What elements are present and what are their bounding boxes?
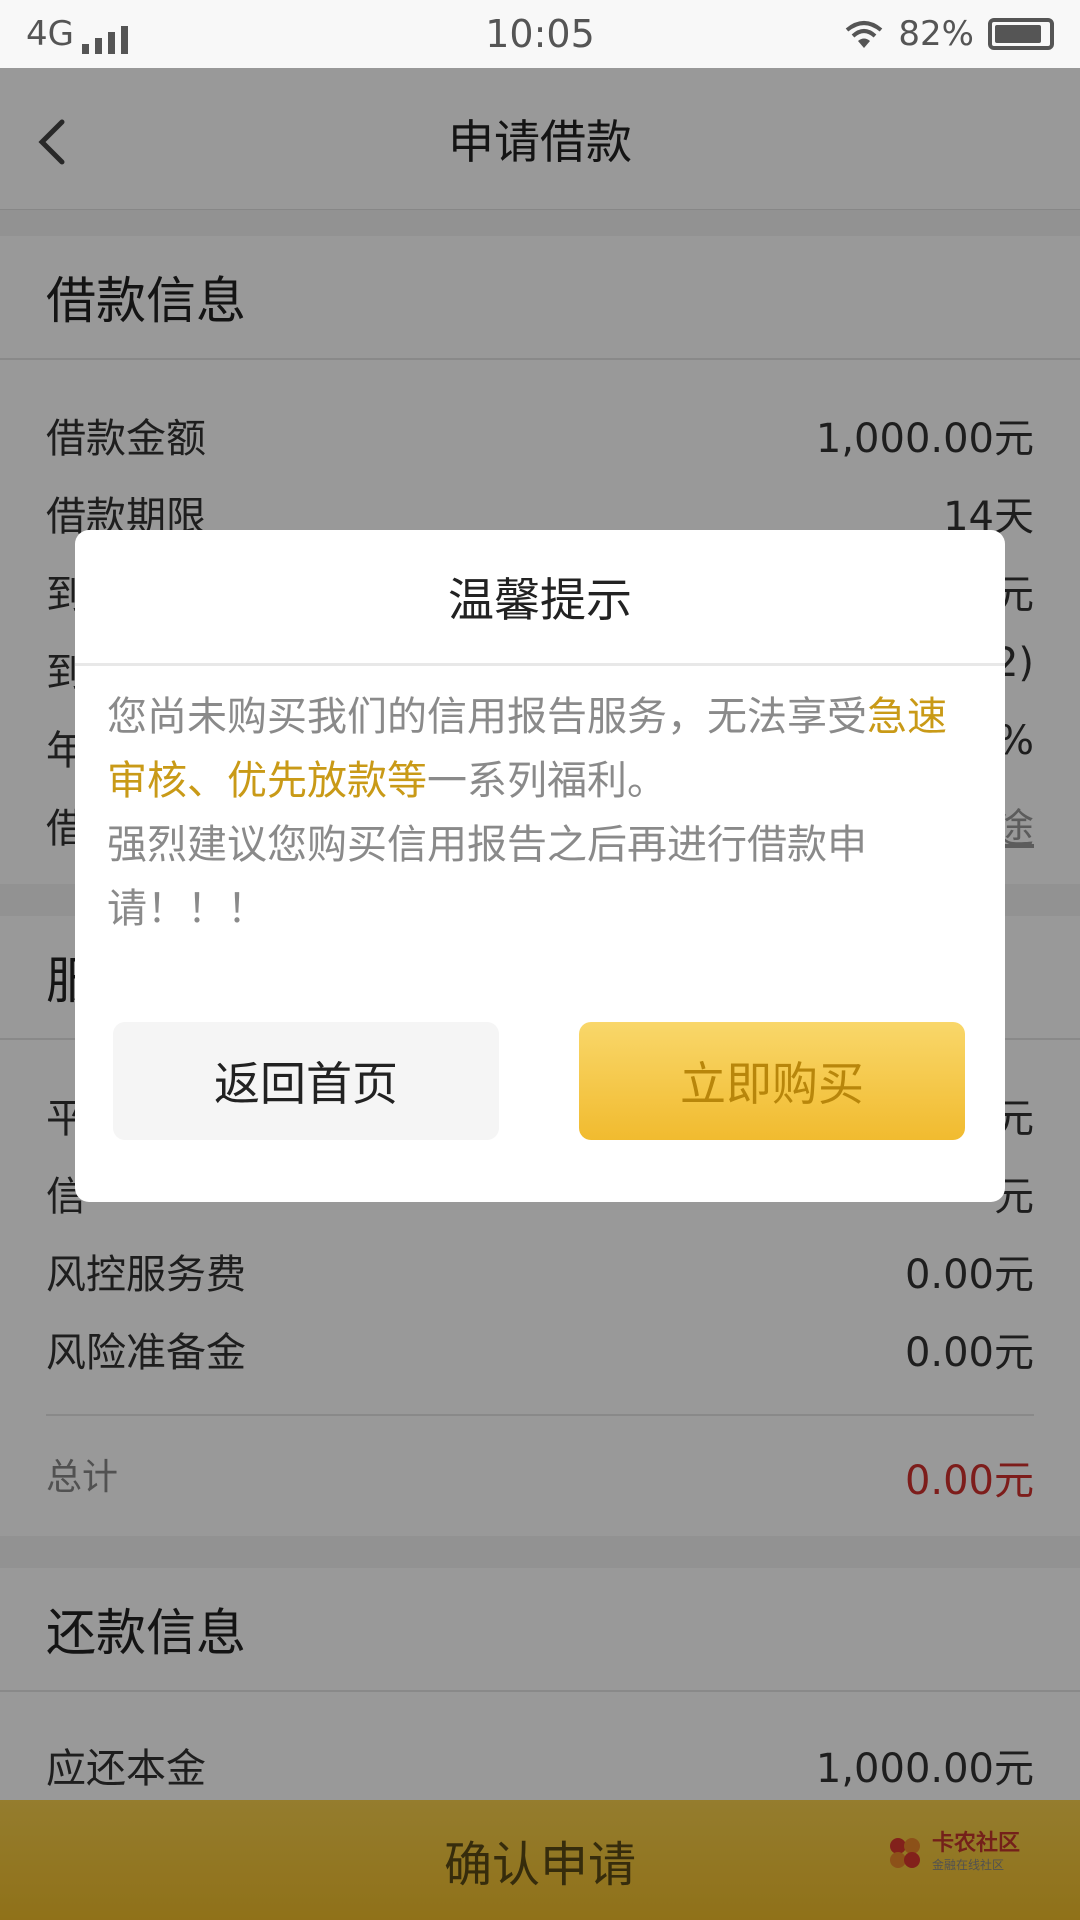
- dialog-title: 温馨提示: [75, 530, 1005, 666]
- wifi-icon: [844, 19, 884, 49]
- signal-icon: [81, 26, 128, 54]
- message-text: 您尚未购买我们的信用报告服务，无法享受: [107, 694, 867, 740]
- message-recommendation: 强烈建议您购买信用报告之后再进行借款申请！！！: [107, 822, 867, 932]
- buy-now-button[interactable]: 立即购买: [579, 1022, 965, 1140]
- message-text: 一系列福利。: [427, 758, 667, 804]
- status-bar: 4G 10:05 82%: [0, 0, 1080, 68]
- back-home-button[interactable]: 返回首页: [113, 1022, 499, 1140]
- battery-percent: 82%: [898, 14, 974, 54]
- status-left: 4G: [26, 14, 128, 54]
- status-right: 82%: [844, 14, 1054, 54]
- dialog-message: 您尚未购买我们的信用报告服务，无法享受急速审核、优先放款等一系列福利。 强烈建议…: [107, 685, 965, 941]
- network-label: 4G: [26, 14, 74, 54]
- tip-dialog: 温馨提示 您尚未购买我们的信用报告服务，无法享受急速审核、优先放款等一系列福利。…: [75, 530, 1005, 1202]
- battery-icon: [988, 18, 1054, 50]
